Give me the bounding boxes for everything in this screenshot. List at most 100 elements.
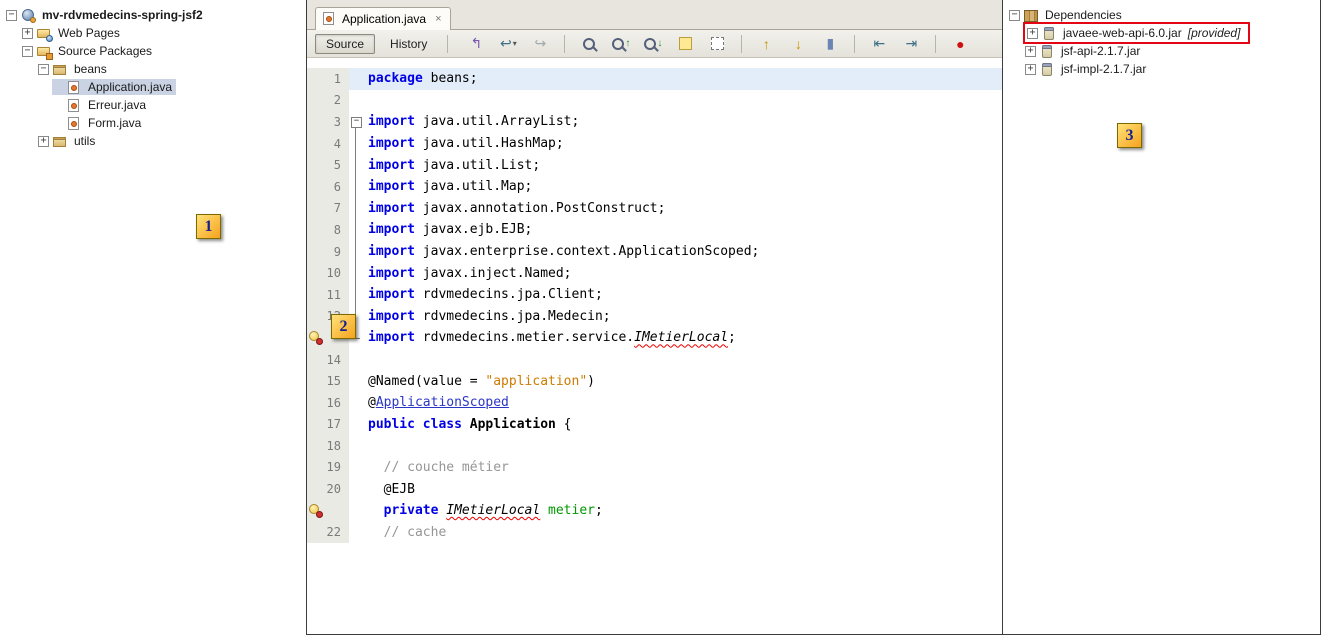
tree-row-mv-rdvmedecins-spring-jsf2[interactable]: −mv-rdvmedecins-spring-jsf2 <box>0 6 306 24</box>
expand-icon[interactable]: + <box>38 136 49 147</box>
dropdown-caret-icon: ▾ <box>513 39 517 48</box>
history-view-button[interactable]: History <box>379 34 438 54</box>
collapse-icon[interactable]: − <box>6 10 17 21</box>
code-token: private <box>384 503 439 518</box>
collapse-icon[interactable]: − <box>38 64 49 75</box>
tree-row-form-java[interactable]: Form.java <box>0 114 306 132</box>
expand-icon[interactable]: + <box>1025 46 1036 57</box>
tree-row-web-pages[interactable]: +Web Pages <box>0 24 306 42</box>
gutter-cell: 14 <box>307 349 349 371</box>
code-token <box>540 503 548 518</box>
code-line-12[interactable]: 12import rdvmedecins.jpa.Medecin; <box>307 306 1002 328</box>
code-fold-mid <box>349 176 362 198</box>
back-icon[interactable]: ↩▾ <box>495 33 521 55</box>
find-next-icon[interactable]: ↓ <box>640 33 666 55</box>
error-hint-icon[interactable] <box>309 504 322 517</box>
code-line-22[interactable]: 22 // cache <box>307 521 1002 543</box>
gutter-cell: 18 <box>307 435 349 457</box>
code-line-4[interactable]: 4import java.util.HashMap; <box>307 133 1002 155</box>
tree-row-beans[interactable]: −beans <box>0 60 306 78</box>
tree-row-content: −Source Packages <box>20 43 156 59</box>
code-text: import java.util.HashMap; <box>362 133 1002 155</box>
code-line-10[interactable]: 10import javax.inject.Named; <box>307 262 1002 284</box>
code-token: javax.ejb.EJB; <box>415 222 532 237</box>
collapse-icon[interactable]: − <box>22 46 33 57</box>
code-token: import <box>368 201 415 216</box>
error-hint-icon[interactable] <box>309 331 322 344</box>
icon-glyph: ↩ <box>500 35 512 52</box>
shift-right-icon[interactable]: ⇥ <box>898 33 924 55</box>
code-fold-start[interactable]: − <box>349 111 362 133</box>
fold-margin <box>349 521 362 543</box>
down-arrow-glyph: ↓ <box>657 38 662 49</box>
find-previous-icon[interactable]: ↑ <box>608 33 634 55</box>
tree-label: javaee-web-api-6.0.jar <box>1061 25 1184 41</box>
editor-panel: Application.java × Source History ↰ ↩▾ ↪ ↑ ↓… <box>306 0 1003 635</box>
expand-icon[interactable]: + <box>22 28 33 39</box>
code-token: import <box>368 222 415 237</box>
code-line-5[interactable]: 5import java.util.List; <box>307 154 1002 176</box>
shift-left-icon[interactable]: ⇤ <box>866 33 892 55</box>
previous-bookmark-icon[interactable]: ↑ <box>753 33 779 55</box>
source-view-button[interactable]: Source <box>315 34 375 54</box>
code-text: // cache <box>362 521 1002 543</box>
toggle-highlight-icon[interactable] <box>672 33 698 55</box>
code-line-3[interactable]: 3−import java.util.ArrayList; <box>307 111 1002 133</box>
code-line-8[interactable]: 8import javax.ejb.EJB; <box>307 219 1002 241</box>
code-line-19[interactable]: 19 // couche métier <box>307 457 1002 479</box>
code-editor[interactable]: 1package beans;23−import java.util.Array… <box>307 58 1002 543</box>
toolbar-separator <box>564 35 565 53</box>
jump-last-edit-icon[interactable]: ↰ <box>463 33 489 55</box>
expand-icon[interactable]: + <box>1025 64 1036 75</box>
collapse-icon[interactable]: − <box>1009 10 1020 21</box>
code-text <box>362 349 1002 371</box>
callout-badge-1: 1 <box>196 214 221 239</box>
editor-tabstrip: Application.java × <box>307 0 1002 30</box>
tree-row-javaee-web-api-6-0-jar[interactable]: +javaee-web-api-6.0.jar [provided] <box>1003 24 1320 42</box>
record-macro-icon[interactable]: ● <box>947 33 973 55</box>
tree-row-jsf-impl-2-1-7-jar[interactable]: +jsf-impl-2.1.7.jar <box>1003 60 1320 78</box>
code-line-2[interactable]: 2 <box>307 90 1002 112</box>
select-rectangular-icon[interactable] <box>704 33 730 55</box>
code-line-16[interactable]: 16@ApplicationScoped <box>307 392 1002 414</box>
tree-row-application-java[interactable]: Application.java <box>0 78 306 96</box>
editor-tab-application-java[interactable]: Application.java × <box>315 7 451 30</box>
icon-glyph: ↑ <box>763 36 770 52</box>
find-selection-icon[interactable] <box>576 33 602 55</box>
magnifier-glyph <box>612 38 624 50</box>
code-line-13[interactable]: import rdvmedecins.metier.service.IMetie… <box>307 327 1002 349</box>
code-line-15[interactable]: 15@Named(value = "application") <box>307 370 1002 392</box>
toolbar-separator <box>447 35 448 53</box>
forward-icon[interactable]: ↪ <box>527 33 553 55</box>
tree-row-utils[interactable]: +utils <box>0 132 306 150</box>
code-line-9[interactable]: 9import javax.enterprise.context.Applica… <box>307 241 1002 263</box>
code-text: import rdvmedecins.jpa.Client; <box>362 284 1002 306</box>
code-line-11[interactable]: 11import rdvmedecins.jpa.Client; <box>307 284 1002 306</box>
tree-row-source-packages[interactable]: −Source Packages <box>0 42 306 60</box>
tree-row-jsf-api-2-1-7-jar[interactable]: +jsf-api-2.1.7.jar <box>1003 42 1320 60</box>
fold-margin <box>349 457 362 479</box>
collapse-fold-icon[interactable]: − <box>351 117 362 128</box>
next-bookmark-icon[interactable]: ↓ <box>785 33 811 55</box>
gutter-cell: 5 <box>307 154 349 176</box>
tab-close-icon[interactable]: × <box>435 13 441 25</box>
code-line-21[interactable]: private IMetierLocal metier; <box>307 500 1002 522</box>
code-line-1[interactable]: 1package beans; <box>307 68 1002 90</box>
code-line-18[interactable]: 18 <box>307 435 1002 457</box>
code-line-6[interactable]: 6import java.util.Map; <box>307 176 1002 198</box>
code-line-20[interactable]: 20 @EJB <box>307 478 1002 500</box>
code-text: @ApplicationScoped <box>362 392 1002 414</box>
tree-row-erreur-java[interactable]: Erreur.java <box>0 96 306 114</box>
code-token: IMetierLocal <box>446 503 540 518</box>
toggle-bookmark-icon[interactable]: ▮ <box>817 33 843 55</box>
code-text: import javax.enterprise.context.Applicat… <box>362 241 1002 263</box>
expand-icon[interactable]: + <box>1027 28 1038 39</box>
code-text: import java.util.Map; <box>362 176 1002 198</box>
code-line-7[interactable]: 7import javax.annotation.PostConstruct; <box>307 198 1002 220</box>
code-token: public <box>368 417 415 432</box>
tree-row-content: Erreur.java <box>52 97 150 113</box>
code-line-14[interactable]: 14 <box>307 349 1002 371</box>
code-line-17[interactable]: 17public class Application { <box>307 414 1002 436</box>
gutter-cell: 2 <box>307 90 349 112</box>
code-token: "application" <box>485 374 587 389</box>
